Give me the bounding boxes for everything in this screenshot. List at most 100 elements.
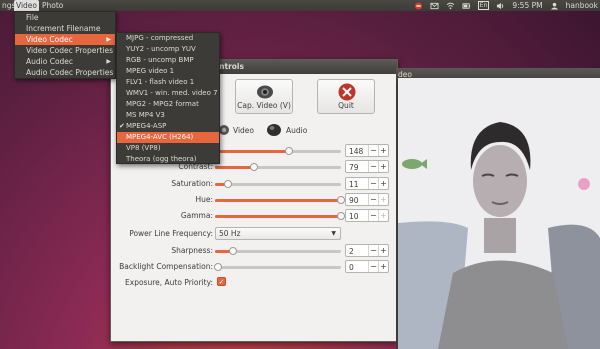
saturation-spin[interactable]: 11− +	[345, 177, 389, 190]
tab-video[interactable]: Video	[218, 120, 254, 140]
exposure-priority-checkbox[interactable]: ✓	[217, 277, 226, 286]
decrement-button[interactable]: −	[368, 261, 378, 272]
control-label: Exposure, Auto Priority:	[125, 278, 213, 287]
user-name[interactable]: hanbook	[566, 0, 598, 11]
brightness-slider[interactable]	[215, 147, 341, 155]
increment-button[interactable]: +	[378, 194, 388, 205]
volume-icon[interactable]	[496, 2, 505, 10]
sharpness-slider[interactable]	[215, 247, 341, 255]
close-icon	[338, 83, 356, 101]
decrement-button[interactable]: −	[368, 210, 378, 221]
backlight-spin[interactable]: 0 − +	[345, 260, 389, 273]
decrement-button[interactable]: −	[368, 178, 378, 189]
chevron-right-icon: ▶	[106, 58, 111, 65]
menu-item-video-codec[interactable]: Video Codec ▶	[15, 34, 115, 45]
codec-item[interactable]: MPEG video 1	[117, 66, 219, 77]
control-label: Sharpness:	[171, 246, 213, 255]
control-row-sharpness: Sharpness: 2 − +	[111, 244, 397, 258]
contrast-spin[interactable]: 79− +	[345, 160, 389, 173]
menu-item-audio-codec-properties[interactable]: Audio Codec Properties	[15, 67, 115, 78]
control-row-exposure-priority: Exposure, Auto Priority: ✓	[111, 276, 397, 290]
camera-icon	[257, 85, 273, 99]
tab-audio[interactable]: Audio	[265, 120, 307, 140]
control-label: Backlight Compensation:	[119, 262, 213, 271]
spin-value[interactable]: 10	[349, 212, 359, 221]
chevron-right-icon: ▶	[106, 36, 111, 43]
combo-value: 50 Hz	[219, 229, 241, 238]
top-panel: ngs Video Photo En 9:55 PM hanbook	[0, 0, 600, 11]
menu-item-audio-codec[interactable]: Audio Codec ▶	[15, 56, 115, 67]
tab-audio-label: Audio	[286, 125, 308, 135]
system-tray: En 9:55 PM hanbook	[414, 0, 598, 11]
keyboard-indicator[interactable]: En	[477, 1, 490, 10]
cap-video-button[interactable]: Cap. Video (V)	[235, 79, 293, 114]
control-row-power-line: Power Line Frequency: 50 Hz ▼	[111, 227, 397, 241]
hue-slider[interactable]	[215, 196, 345, 204]
menu-video[interactable]: Video	[14, 0, 40, 11]
clock[interactable]: 9:55 PM	[512, 0, 542, 11]
control-label: Hue:	[195, 195, 213, 204]
menu-photo[interactable]: Photo	[40, 0, 65, 11]
gamma-slider[interactable]	[215, 212, 345, 220]
power-line-combo[interactable]: 50 Hz ▼	[215, 227, 341, 240]
user-icon[interactable]	[550, 2, 559, 10]
menu-item-label: Audio Codec	[26, 57, 74, 66]
decrement-button[interactable]: −	[368, 245, 378, 256]
battery-icon[interactable]	[462, 2, 471, 10]
mail-icon[interactable]	[430, 2, 439, 10]
backlight-slider[interactable]	[213, 263, 341, 271]
spin-value[interactable]: 79	[349, 163, 359, 172]
control-row-gamma: Gamma: 10− +	[111, 209, 397, 223]
spin-value[interactable]: 0	[349, 263, 354, 272]
control-label: Power Line Frequency:	[129, 229, 213, 238]
increment-button[interactable]: +	[378, 261, 388, 272]
codec-item[interactable]: WMV1 - win. med. video 7	[117, 88, 219, 99]
saturation-slider[interactable]	[215, 180, 341, 188]
codec-item[interactable]: MJPG - compressed	[117, 33, 219, 44]
increment-button[interactable]: +	[378, 210, 388, 221]
codec-item[interactable]: Theora (ogg theora)	[117, 154, 219, 165]
decrement-button[interactable]: −	[368, 161, 378, 172]
cap-video-label: Cap. Video (V)	[237, 101, 291, 110]
codec-item-checked[interactable]: ✔ MPEG4-ASP	[117, 121, 219, 132]
video-preview	[398, 78, 600, 349]
control-label: Gamma:	[180, 211, 213, 220]
spin-value[interactable]: 11	[349, 180, 359, 189]
chevron-down-icon: ▼	[331, 230, 336, 237]
increment-button[interactable]: +	[378, 178, 388, 189]
stop-icon[interactable]	[414, 1, 423, 10]
codec-item[interactable]: RGB - uncomp BMP	[117, 55, 219, 66]
increment-button[interactable]: +	[378, 245, 388, 256]
control-row-saturation: Saturation: 11− +	[111, 177, 397, 191]
hue-spin[interactable]: 90− +	[345, 193, 389, 206]
codec-item-label: MPEG4-ASP	[126, 122, 167, 130]
contrast-slider[interactable]	[215, 163, 341, 171]
codec-item[interactable]: MPG2 - MPG2 format	[117, 99, 219, 110]
codec-item[interactable]: MS MP4 V3	[117, 110, 219, 121]
increment-button[interactable]: +	[378, 161, 388, 172]
menu-item-file[interactable]: File	[15, 12, 115, 23]
codec-item[interactable]: FLV1 - flash video 1	[117, 77, 219, 88]
decrement-button[interactable]: −	[368, 145, 378, 156]
video-menu: File Increment Filename Video Codec ▶ Vid…	[14, 11, 116, 79]
menu-item-increment-filename[interactable]: Increment Filename	[15, 23, 115, 34]
control-row-hue: Hue: 90− +	[111, 193, 397, 207]
video-window: deo	[396, 68, 600, 349]
codec-item-highlighted[interactable]: MPEG4-AVC (H264)	[117, 132, 219, 143]
wifi-icon[interactable]	[446, 2, 455, 10]
spin-value[interactable]: 148	[349, 147, 363, 156]
codec-item[interactable]: VP8 (VP8)	[117, 143, 219, 154]
spin-value[interactable]: 2	[349, 247, 354, 256]
spin-value[interactable]: 90	[349, 196, 359, 205]
decrement-button[interactable]: −	[368, 194, 378, 205]
gamma-spin[interactable]: 10− +	[345, 209, 389, 222]
webcam-feed-image	[398, 78, 600, 349]
codec-item[interactable]: YUY2 - uncomp YUV	[117, 44, 219, 55]
brightness-spin[interactable]: 148− +	[345, 144, 389, 157]
quit-button[interactable]: Quit	[317, 79, 375, 114]
increment-button[interactable]: +	[378, 145, 388, 156]
menu-item-label: Video Codec	[26, 35, 73, 44]
sharpness-spin[interactable]: 2 − +	[345, 244, 389, 257]
video-codec-submenu: MJPG - compressed YUY2 - uncomp YUV RGB …	[116, 32, 220, 164]
menu-item-video-codec-properties[interactable]: Video Codec Properties	[15, 45, 115, 56]
